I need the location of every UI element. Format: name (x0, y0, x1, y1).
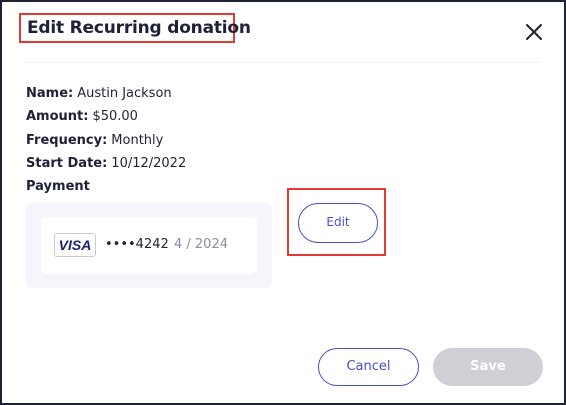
name-label: Name: (26, 86, 74, 101)
amount-value: $50.00 (92, 109, 138, 124)
close-icon (526, 24, 542, 40)
detail-frequency: Frequency: Monthly (26, 133, 163, 148)
amount-label: Amount: (26, 109, 89, 124)
name-value: Austin Jackson (77, 86, 172, 101)
dialog-title: Edit Recurring donation (27, 18, 251, 38)
start-date-value: 10/12/2022 (111, 156, 187, 171)
edit-payment-button[interactable]: Edit (298, 203, 378, 243)
card-number: ••••4242 (105, 237, 169, 252)
card-expiry: 4 / 2024 (174, 237, 228, 252)
frequency-value: Monthly (111, 133, 164, 148)
title-highlight-box: Edit Recurring donation (19, 13, 251, 43)
close-button[interactable] (523, 21, 545, 43)
payment-label: Payment (26, 179, 90, 194)
cancel-button[interactable]: Cancel (318, 348, 419, 386)
save-button[interactable]: Save (433, 348, 543, 386)
frequency-label: Frequency: (26, 133, 108, 148)
edit-recurring-donation-dialog: Edit Recurring donation Name: Austin Jack… (0, 0, 566, 405)
payment-card: VISA ••••4242 4 / 2024 (41, 217, 257, 274)
detail-start-date: Start Date: 10/12/2022 (26, 156, 186, 171)
visa-logo-icon: VISA (54, 233, 96, 257)
start-date-label: Start Date: (26, 156, 108, 171)
payment-card-panel: VISA ••••4242 4 / 2024 (26, 203, 272, 288)
detail-amount: Amount: $50.00 (26, 109, 138, 124)
payment-heading: Payment (26, 179, 90, 194)
detail-name: Name: Austin Jackson (26, 86, 172, 101)
header-divider (25, 62, 542, 63)
